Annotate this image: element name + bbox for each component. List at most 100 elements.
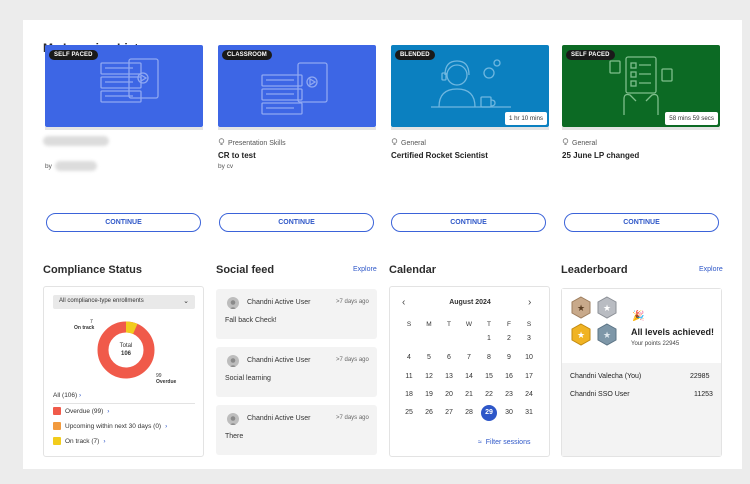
- calendar-day[interactable]: 8: [481, 350, 497, 366]
- chevron-right-icon: ›: [107, 407, 110, 415]
- calendar-day[interactable]: 31: [521, 405, 537, 421]
- calendar-title: Calendar: [389, 264, 437, 276]
- calendar-day[interactable]: 14: [461, 369, 477, 385]
- category-label: General: [572, 139, 597, 147]
- chevron-down-icon: ⌄: [183, 298, 189, 305]
- avatar: [227, 413, 239, 425]
- progress-bar: [562, 127, 720, 130]
- weekday-label: S: [406, 321, 412, 328]
- course-card-2[interactable]: CLASSROOM Presentation Skills CR to test…: [218, 45, 376, 170]
- course-thumbnail[interactable]: CLASSROOM: [218, 45, 376, 127]
- calendar-day[interactable]: 18: [401, 387, 417, 403]
- calendar-day[interactable]: 6: [441, 350, 457, 366]
- feed-item[interactable]: Chandni Active User >7 days ago Social l…: [216, 347, 377, 397]
- overdue-segment: [97, 321, 155, 379]
- leaderboard-name[interactable]: Chandni Valecha (You): [570, 373, 641, 380]
- course-card-3[interactable]: BLENDED 1 hr 10 mins General Certified R…: [391, 45, 549, 160]
- calendar-day[interactable]: 22: [481, 387, 497, 403]
- calendar-day[interactable]: 28: [461, 405, 477, 421]
- prev-month-button[interactable]: ‹: [402, 297, 405, 308]
- legend-on-track[interactable]: On track (7) ›: [53, 437, 105, 445]
- calendar-day[interactable]: 1: [481, 331, 497, 347]
- leaderboard-score: 11253: [694, 391, 713, 398]
- calendar-day[interactable]: 23: [501, 387, 517, 403]
- category-label: Presentation Skills: [228, 139, 286, 147]
- calendar-day[interactable]: 5: [421, 350, 437, 366]
- leaderboard-name[interactable]: Chandni SSO User: [570, 391, 630, 398]
- continue-button-1[interactable]: CONTINUE: [46, 213, 201, 232]
- continue-button-3[interactable]: CONTINUE: [391, 213, 546, 232]
- avatar: [227, 297, 239, 309]
- overdue-callout: Overdue: [156, 379, 177, 385]
- course-type-badge: BLENDED: [395, 50, 435, 60]
- party-popper-icon: 🎉: [632, 311, 645, 322]
- social-explore-link[interactable]: Explore: [353, 266, 377, 273]
- badge-grid-icon: ★ ★ ★ ★: [571, 296, 617, 346]
- feed-item[interactable]: Chandni Active User >7 days ago Fall bac…: [216, 289, 377, 339]
- next-month-button[interactable]: ›: [528, 297, 531, 308]
- calendar-day[interactable]: 9: [501, 350, 517, 366]
- calendar-day[interactable]: 12: [421, 369, 437, 385]
- course-title[interactable]: CR to test: [218, 151, 256, 160]
- continue-button-4[interactable]: CONTINUE: [564, 213, 719, 232]
- chevron-right-icon: ›: [79, 392, 82, 399]
- lightbulb-icon: [562, 138, 569, 148]
- calendar-day[interactable]: 24: [521, 387, 537, 403]
- calendar-day[interactable]: 4: [401, 350, 417, 366]
- on-track-callout: On track: [74, 325, 95, 331]
- filter-selected: All compliance-type enrollments: [59, 298, 144, 304]
- course-thumbnail[interactable]: SELF PACED 58 mins 59 secs: [562, 45, 720, 127]
- calendar-day[interactable]: 16: [501, 369, 517, 385]
- compliance-donut-chart[interactable]: [96, 320, 156, 380]
- feed-author[interactable]: Chandni Active User: [247, 299, 310, 306]
- filter-sessions-link[interactable]: ≈ Filter sessions: [478, 439, 530, 446]
- divider: [53, 403, 195, 404]
- calendar-day[interactable]: 20: [441, 387, 457, 403]
- calendar-day[interactable]: 21: [461, 387, 477, 403]
- calendar-day[interactable]: 13: [441, 369, 457, 385]
- legend-upcoming[interactable]: Upcoming within next 30 days (0) ›: [53, 422, 167, 430]
- achievement-text: All levels achieved!: [631, 327, 715, 337]
- svg-text:★: ★: [577, 331, 585, 341]
- course-card-4[interactable]: SELF PACED 58 mins 59 secs General 25 Ju…: [562, 45, 720, 160]
- filter-icon: ≈: [478, 439, 482, 446]
- calendar-day[interactable]: 11: [401, 369, 417, 385]
- feed-author[interactable]: Chandni Active User: [247, 357, 310, 364]
- calendar-day[interactable]: 17: [521, 369, 537, 385]
- course-card-1[interactable]: SELF PACED by: [43, 45, 203, 171]
- course-title[interactable]: Certified Rocket Scientist: [391, 151, 488, 160]
- feed-item[interactable]: Chandni Active User >7 days ago There: [216, 405, 377, 455]
- lightbulb-icon: [391, 138, 398, 148]
- calendar-day[interactable]: 27: [441, 405, 457, 421]
- calendar-day[interactable]: 15: [481, 369, 497, 385]
- leaderboard-explore-link[interactable]: Explore: [699, 266, 723, 273]
- calendar-day-selected[interactable]: 29: [481, 405, 497, 421]
- feed-time: >7 days ago: [336, 357, 369, 363]
- continue-button-2[interactable]: CONTINUE: [219, 213, 374, 232]
- course-type-badge: SELF PACED: [49, 50, 98, 60]
- legend-overdue[interactable]: Overdue (99) ›: [53, 407, 109, 415]
- donut-total-label: Total: [119, 343, 133, 349]
- calendar-day[interactable]: 2: [501, 331, 517, 347]
- course-title[interactable]: 25 June LP changed: [562, 151, 639, 160]
- calendar-day[interactable]: 10: [521, 350, 537, 366]
- weekday-label: F: [507, 321, 511, 328]
- calendar-day[interactable]: 3: [521, 331, 537, 347]
- category-label: General: [401, 139, 426, 147]
- feed-time: >7 days ago: [336, 299, 369, 305]
- calendar-day[interactable]: 30: [501, 405, 517, 421]
- weekday-label: W: [465, 321, 473, 328]
- duration-label: 58 mins 59 secs: [665, 112, 718, 125]
- all-enrollments-link[interactable]: All (106) ›: [53, 392, 81, 399]
- compliance-filter-dropdown[interactable]: All compliance-type enrollments ⌄: [53, 295, 195, 309]
- chevron-right-icon: ›: [165, 422, 168, 430]
- course-thumbnail[interactable]: BLENDED 1 hr 10 mins: [391, 45, 549, 127]
- calendar-day[interactable]: 25: [401, 405, 417, 421]
- progress-bar: [45, 127, 203, 130]
- weekday-label: S: [526, 321, 532, 328]
- calendar-day[interactable]: 7: [461, 350, 477, 366]
- calendar-day[interactable]: 26: [421, 405, 437, 421]
- calendar-day[interactable]: 19: [421, 387, 437, 403]
- feed-author[interactable]: Chandni Active User: [247, 415, 310, 422]
- course-thumbnail[interactable]: SELF PACED: [45, 45, 203, 127]
